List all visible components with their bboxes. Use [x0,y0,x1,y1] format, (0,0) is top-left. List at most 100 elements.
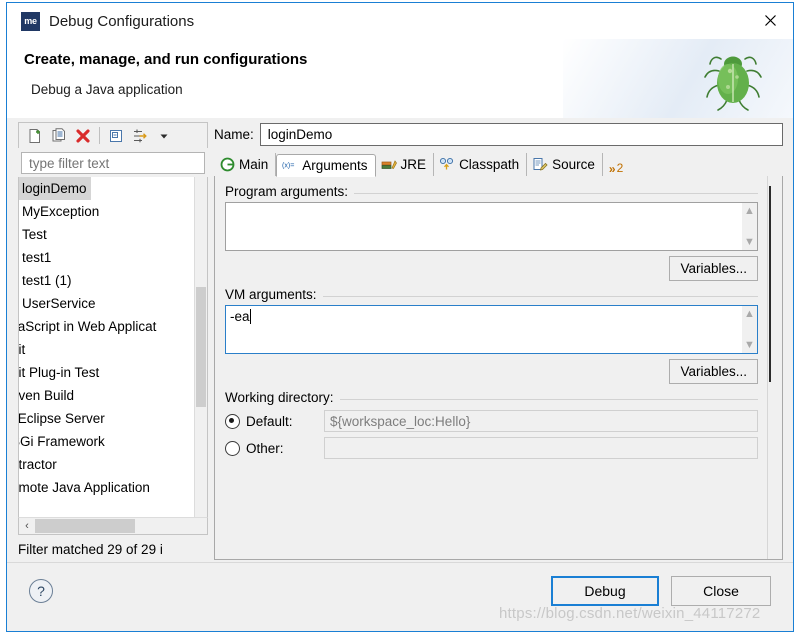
configurations-sidebar: loginDemoMyExceptionTesttest1test1 (1)Us… [18,122,208,560]
list-item[interactable]: nit [19,338,195,361]
arguments-tab-icon: (x)= [282,158,298,174]
working-directory-label: Working directory: [225,390,340,405]
list-item[interactable]: UserService [19,292,195,315]
name-input[interactable] [265,125,782,143]
debug-button[interactable]: Debug [551,576,659,606]
vm-arguments-variables-button[interactable]: Variables... [669,359,758,384]
name-row: Name: [214,122,783,146]
list-item[interactable]: Test [19,223,195,246]
tab-source[interactable]: Source [527,153,603,176]
configurations-list-items: loginDemo MyException Test test1 test1 (1) Us… [19,177,195,499]
delete-configuration-icon[interactable] [71,125,95,147]
list-item[interactable]: loginDemo [19,177,195,200]
tab-jre[interactable]: JRE [375,153,435,176]
vm-arguments-scrollbar[interactable]: ▲ ▼ [742,306,757,353]
arguments-tab-panel: Program arguments: ▲ ▼ Variables... VM a… [214,176,783,560]
vm-arguments-textarea[interactable]: -ea ▲ ▼ [225,305,758,354]
vm-arguments-group: VM arguments: -ea ▲ ▼ Variables... [225,287,758,384]
scroll-up-icon[interactable]: ▲ [744,206,755,217]
header-subtitle: Debug a Java application [31,82,183,97]
sidebar-list-horizontal-scrollbar[interactable]: ‹ [18,517,208,535]
arguments-panel-scroll-thumb[interactable] [769,186,781,382]
list-item[interactable]: aven Build [19,384,195,407]
tab-classpath-label: Classpath [459,157,520,172]
filter-textbox[interactable] [21,152,205,174]
name-field[interactable] [259,122,783,146]
jre-tab-icon [381,157,397,173]
working-directory-other-value[interactable] [324,437,758,459]
tab-bar: Main (x)= Arguments JRE Classpath Source… [214,152,783,177]
sidebar-list-scroll-thumb[interactable] [196,287,206,407]
scroll-left-icon[interactable]: ‹ [19,518,35,534]
tab-overflow-button[interactable]: » 2 [603,152,628,176]
vm-arguments-text-wrapper: -ea [226,306,742,353]
sidebar-toolbar [18,122,208,148]
dialog-footer: ? Debug Close [7,563,793,631]
text-caret [249,309,251,324]
working-directory-default-radio[interactable] [225,413,240,429]
list-item[interactable]: test1 [19,246,195,269]
list-item[interactable]: vaScript in Web Applicat [19,315,195,338]
view-menu-chevron-icon[interactable] [152,125,176,147]
program-arguments-textarea[interactable]: ▲ ▼ [225,202,758,251]
tab-arguments-label: Arguments [302,158,368,173]
arguments-content: Program arguments: ▲ ▼ Variables... VM a… [215,176,768,559]
program-arguments-scrollbar[interactable]: ▲ ▼ [742,203,757,250]
working-directory-default-row: Default: ${workspace_loc:Hello} [225,410,758,432]
list-item[interactable]: test1 (1) [19,269,195,292]
program-arguments-label: Program arguments: [225,184,355,199]
tab-main-label: Main [239,157,269,172]
configuration-editor: Name: Main [214,122,783,560]
list-item[interactable]: yEclipse Server [19,407,195,430]
configurations-list[interactable]: loginDemo MyException Test test1 test1 (1) Us… [18,177,208,517]
debug-configurations-dialog: me Debug Configurations Create, manage, … [6,2,794,632]
list-item[interactable]: emote Java Application [19,476,195,499]
program-arguments-group: Program arguments: ▲ ▼ Variables... [225,184,758,281]
svg-text:(x)=: (x)= [282,162,294,170]
arguments-panel-scrollbar[interactable] [767,176,782,559]
scroll-down-icon[interactable]: ▼ [744,237,755,248]
tab-overflow-count: 2 [616,161,624,175]
close-button[interactable]: Close [671,576,771,606]
name-label: Name: [214,126,254,142]
working-directory-other-row: Other: [225,437,758,459]
close-icon [764,14,776,26]
list-item[interactable]: otractor [19,453,195,476]
working-directory-other-label: Other: [246,440,284,456]
bug-icon [704,56,762,111]
working-directory-default-value: ${workspace_loc:Hello} [324,410,758,432]
vm-arguments-button-row: Variables... [225,359,758,384]
window-close-button[interactable] [747,3,793,37]
new-configuration-icon[interactable] [23,125,47,147]
program-arguments-button-row: Variables... [225,256,758,281]
dialog-header: Create, manage, and run configurations D… [7,39,793,118]
filter-configurations-icon[interactable] [128,125,152,147]
dialog-body: loginDemoMyExceptionTesttest1test1 (1)Us… [7,118,793,631]
source-tab-icon [532,157,548,173]
filter-input[interactable] [27,154,204,172]
scroll-up-icon[interactable]: ▲ [744,309,755,320]
help-icon[interactable]: ? [29,579,53,603]
list-item[interactable]: SGi Framework [19,430,195,453]
working-directory-group: Working directory: Default: ${workspace_… [225,390,758,459]
collapse-all-icon[interactable] [104,125,128,147]
classpath-tab-icon [439,157,455,173]
tab-main[interactable]: Main [214,153,277,176]
vm-arguments-label: VM arguments: [225,287,323,302]
program-arguments-variables-button[interactable]: Variables... [669,256,758,281]
duplicate-configuration-icon[interactable] [47,125,71,147]
sidebar-list-vertical-scrollbar[interactable] [194,177,207,517]
list-item[interactable]: nit Plug-in Test [19,361,195,384]
program-arguments-value [226,203,742,250]
tab-arguments[interactable]: (x)= Arguments [276,154,376,177]
scroll-down-icon[interactable]: ▼ [744,340,755,351]
working-directory-other-radio[interactable] [225,440,240,456]
tab-classpath[interactable]: Classpath [434,153,528,176]
filter-status-text: Filter matched 29 of 29 i [18,542,163,557]
working-directory-default-label: Default: [246,413,293,429]
footer-buttons: Debug Close [551,576,771,606]
list-item[interactable]: MyException [19,200,195,223]
tab-source-label: Source [552,157,595,172]
toolbar-separator [99,127,100,144]
horizontal-scroll-thumb[interactable] [35,519,135,533]
